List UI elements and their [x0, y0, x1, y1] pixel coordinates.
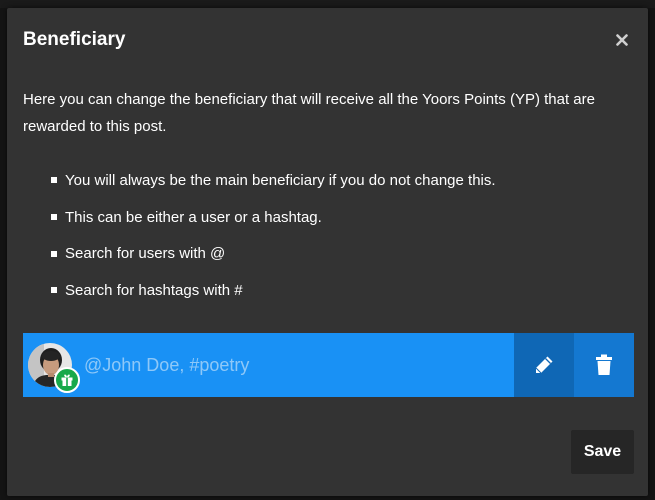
close-icon [616, 34, 628, 46]
gift-icon [61, 374, 73, 386]
save-button[interactable]: Save [571, 430, 634, 474]
modal-title: Beneficiary [23, 29, 126, 50]
list-item: You will always be the main beneficiary … [51, 162, 496, 199]
list-item: This can be either a user or a hashtag. [51, 199, 496, 236]
edit-beneficiary-button[interactable] [514, 333, 574, 397]
gift-badge [54, 367, 80, 393]
beneficiary-modal: Beneficiary Here you can change the bene… [7, 8, 648, 496]
close-button[interactable] [614, 28, 630, 52]
trash-icon [596, 354, 612, 375]
delete-beneficiary-button[interactable] [574, 333, 634, 397]
list-item-text: You will always be the main beneficiary … [65, 171, 496, 189]
beneficiary-search-input[interactable] [84, 333, 514, 397]
info-list: You will always be the main beneficiary … [51, 162, 496, 309]
intro-text: Here you can change the beneficiary that… [23, 91, 595, 135]
list-item: Search for users with @ [51, 235, 496, 272]
list-item: Search for hashtags with # [51, 272, 496, 309]
pencil-icon [535, 356, 553, 374]
list-item-text: Search for hashtags with # [65, 281, 243, 299]
bullet-marker [51, 250, 57, 257]
page-backdrop [0, 0, 655, 8]
beneficiary-avatar-group [28, 343, 80, 393]
bullet-marker [51, 214, 57, 221]
list-item-text: Search for users with @ [65, 245, 226, 263]
bullet-marker [51, 287, 57, 294]
beneficiary-row [23, 333, 634, 397]
bullet-marker [51, 177, 57, 184]
list-item-text: This can be either a user or a hashtag. [65, 208, 322, 226]
